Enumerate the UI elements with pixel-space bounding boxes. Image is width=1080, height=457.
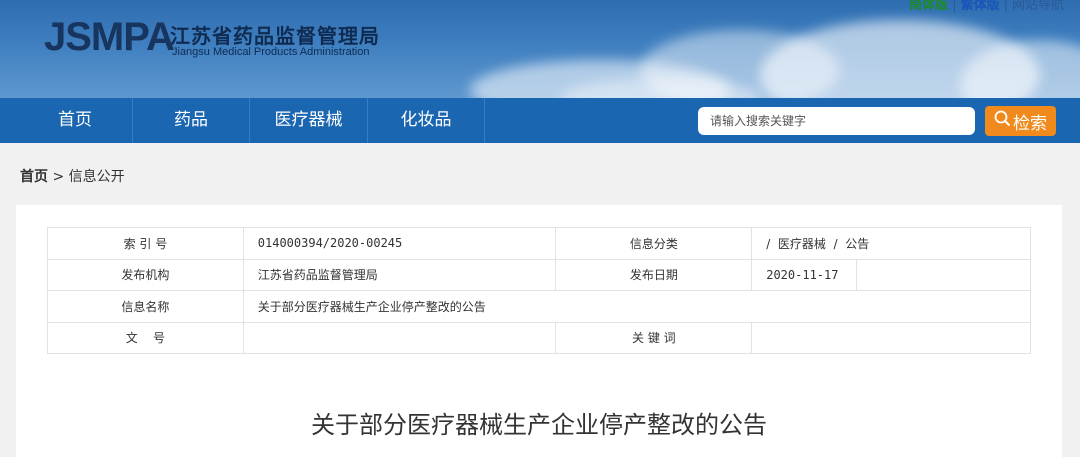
logo-agency-name[interactable]: 江苏省药品监督管理局 (170, 20, 380, 49)
link-separator: | (1003, 0, 1008, 13)
docno-value (242, 321, 557, 354)
breadcrumb: 首页 > 信息公开 (20, 166, 125, 186)
content-card: 索 引 号 014000394/2020-00245 信息分类 / 医疗器械 /… (16, 205, 1062, 457)
table-row: 发布机构 江苏省药品监督管理局 发布日期 2020-11-17 (47, 258, 1031, 291)
search-button[interactable]: 检索 (985, 106, 1056, 136)
breadcrumb-separator: > (52, 169, 65, 185)
logo-wordmark[interactable]: JSMPA (44, 15, 175, 60)
nav-item-medical-devices[interactable]: 医疗器械 (250, 98, 368, 143)
keywords-value (751, 321, 1031, 354)
docno-label: 文 号 (47, 321, 244, 354)
table-row: 信息名称 关于部分医疗器械生产企业停产整改的公告 (47, 290, 1032, 323)
name-value: 关于部分医疗器械生产企业停产整改的公告 (242, 290, 1032, 323)
page: JSMPA 江苏省药品监督管理局 Jiangsu Medical Product… (0, 0, 1080, 457)
link-traditional[interactable]: 繁体版 (961, 0, 1000, 13)
link-simplified[interactable]: 简体版 (909, 0, 948, 13)
publisher-label: 发布机构 (47, 258, 244, 291)
table-row: 索 引 号 014000394/2020-00245 信息分类 / 医疗器械 /… (47, 227, 1031, 260)
top-links: 简体版 | 繁体版 | 网站导航 (909, 0, 1064, 13)
table-row: 文 号 关 键 词 (47, 321, 1031, 354)
nav-item-drugs[interactable]: 药品 (133, 98, 250, 143)
link-separator: | (952, 0, 957, 13)
article-title: 关于部分医疗器械生产企业停产整改的公告 (311, 411, 767, 439)
date-label: 发布日期 (555, 258, 753, 291)
logo-agency-name-en: Jiangsu Medical Products Administration (172, 46, 370, 58)
name-label: 信息名称 (47, 290, 244, 323)
link-site-map[interactable]: 网站导航 (1012, 0, 1064, 13)
category-label: 信息分类 (555, 227, 753, 260)
search-icon (994, 110, 1013, 132)
date-value: 2020-11-17 (751, 258, 858, 291)
index-value: 014000394/2020-00245 (242, 227, 557, 260)
keywords-label: 关 键 词 (555, 321, 753, 354)
header-banner: JSMPA 江苏省药品监督管理局 Jiangsu Medical Product… (0, 0, 1080, 98)
index-label: 索 引 号 (47, 227, 244, 260)
category-value: / 医疗器械 / 公告 (751, 227, 1031, 260)
info-metadata-table: 索 引 号 014000394/2020-00245 信息分类 / 医疗器械 /… (47, 227, 1032, 354)
nav-item-home[interactable]: 首页 (18, 98, 133, 143)
search-button-label: 检索 (1013, 113, 1047, 134)
breadcrumb-current[interactable]: 信息公开 (69, 169, 125, 185)
empty-cell (856, 258, 1031, 291)
search-input[interactable] (698, 107, 975, 135)
publisher-value: 江苏省药品监督管理局 (242, 258, 557, 291)
breadcrumb-home[interactable]: 首页 (20, 169, 48, 185)
nav-item-cosmetics[interactable]: 化妆品 (368, 98, 485, 143)
